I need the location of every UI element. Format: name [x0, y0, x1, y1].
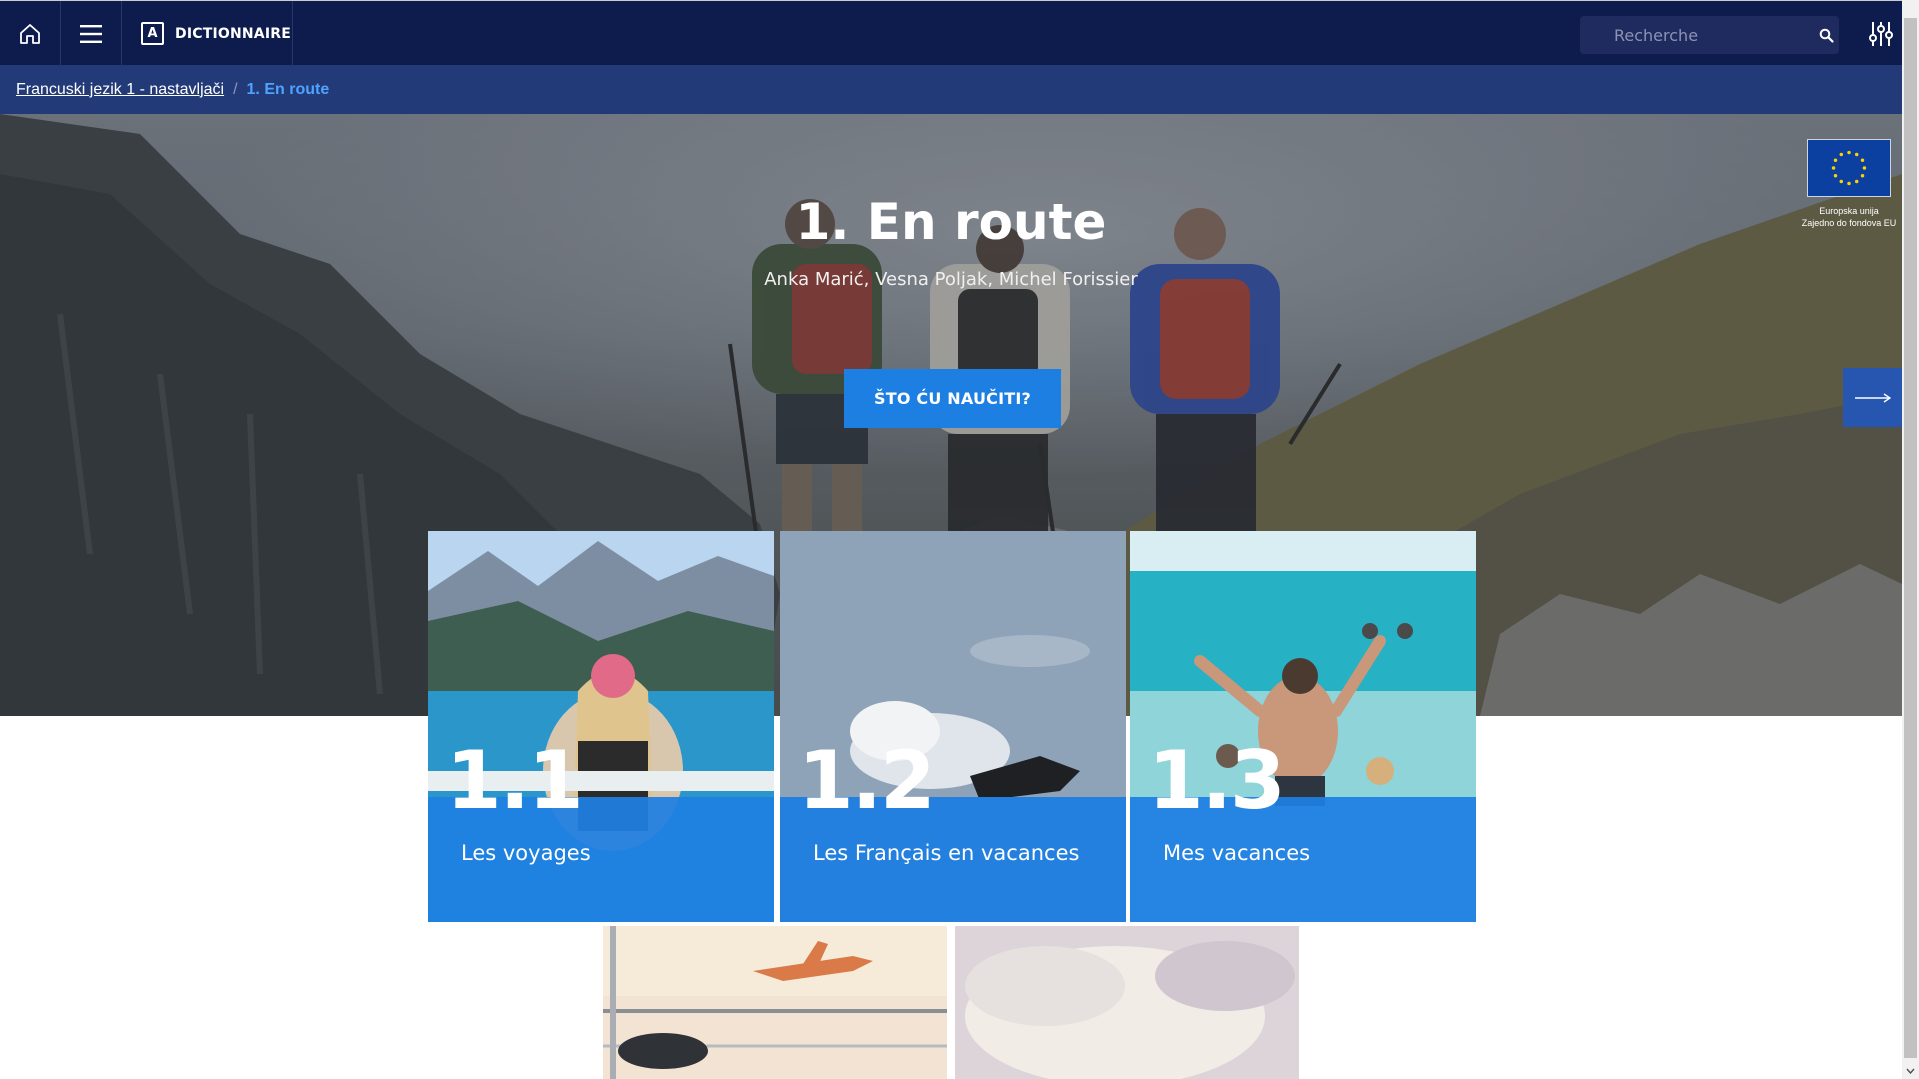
- lesson-card-1-2[interactable]: 1.2 Les Français en vacances: [780, 531, 1126, 922]
- lesson-card-image-airport: [603, 926, 947, 1079]
- lesson-card-title: Mes vacances: [1163, 841, 1311, 865]
- home-button[interactable]: [0, 1, 61, 66]
- eu-flag-icon: [1807, 139, 1891, 197]
- hero-title: 1. En route: [795, 193, 1107, 251]
- lesson-card-1-1[interactable]: 1.1 Les voyages: [428, 531, 774, 922]
- home-icon: [20, 23, 40, 44]
- scrollbar-thumb[interactable]: [1904, 18, 1917, 1058]
- eu-badge-line1: Europska unija: [1819, 206, 1879, 216]
- search-input[interactable]: [1580, 25, 1814, 45]
- settings-button[interactable]: [1860, 1, 1902, 66]
- what-will-i-learn-button[interactable]: ŠTO ĆU NAUČITI?: [844, 369, 1061, 428]
- lesson-card-title: Les Français en vacances: [813, 841, 1080, 865]
- eu-badge-caption: Europska unija Zajedno do fondova EU: [1796, 205, 1902, 229]
- breadcrumb-parent-link[interactable]: Francuski jezik 1 - nastavljači: [16, 81, 224, 99]
- dictionary-icon: A: [141, 22, 164, 45]
- menu-button[interactable]: [61, 1, 122, 66]
- dictionary-label: DICTIONNAIRE: [175, 25, 291, 42]
- lesson-card-image-clouds: [955, 926, 1299, 1079]
- sliders-icon: [1869, 21, 1893, 46]
- dictionary-button[interactable]: A DICTIONNAIRE: [122, 1, 293, 66]
- hero-authors: Anka Marić, Vesna Poljak, Michel Forissi…: [764, 269, 1138, 290]
- chevron-down-icon: [1906, 1068, 1915, 1074]
- breadcrumb: Francuski jezik 1 - nastavljači / 1. En …: [0, 65, 1902, 114]
- next-chapter-button[interactable]: [1843, 368, 1902, 427]
- breadcrumb-current: 1. En route: [246, 80, 330, 98]
- lesson-card-number: 1.3: [1148, 734, 1286, 827]
- search-box: [1580, 16, 1839, 54]
- lesson-card-title: Les voyages: [461, 841, 591, 865]
- arrow-right-icon: [1854, 392, 1891, 403]
- scroll-down-button[interactable]: [1902, 1062, 1919, 1079]
- lesson-card-number: 1.2: [798, 734, 936, 827]
- lesson-card-clouds[interactable]: [955, 926, 1299, 1079]
- lesson-card-number: 1.1: [446, 734, 584, 827]
- hamburger-menu-icon: [80, 24, 102, 43]
- search-icon: [1819, 28, 1834, 43]
- lesson-card-1-3[interactable]: 1.3 Mes vacances: [1130, 531, 1476, 922]
- eu-funding-badge: Europska unija Zajedno do fondova EU: [1796, 139, 1902, 229]
- search-button[interactable]: [1814, 16, 1839, 54]
- breadcrumb-separator: /: [233, 80, 238, 98]
- eu-badge-line2: Zajedno do fondova EU: [1801, 218, 1897, 228]
- page-scrollbar[interactable]: [1902, 0, 1919, 1079]
- top-navigation-bar: A DICTIONNAIRE: [0, 0, 1902, 66]
- lesson-card-airport[interactable]: [603, 926, 947, 1079]
